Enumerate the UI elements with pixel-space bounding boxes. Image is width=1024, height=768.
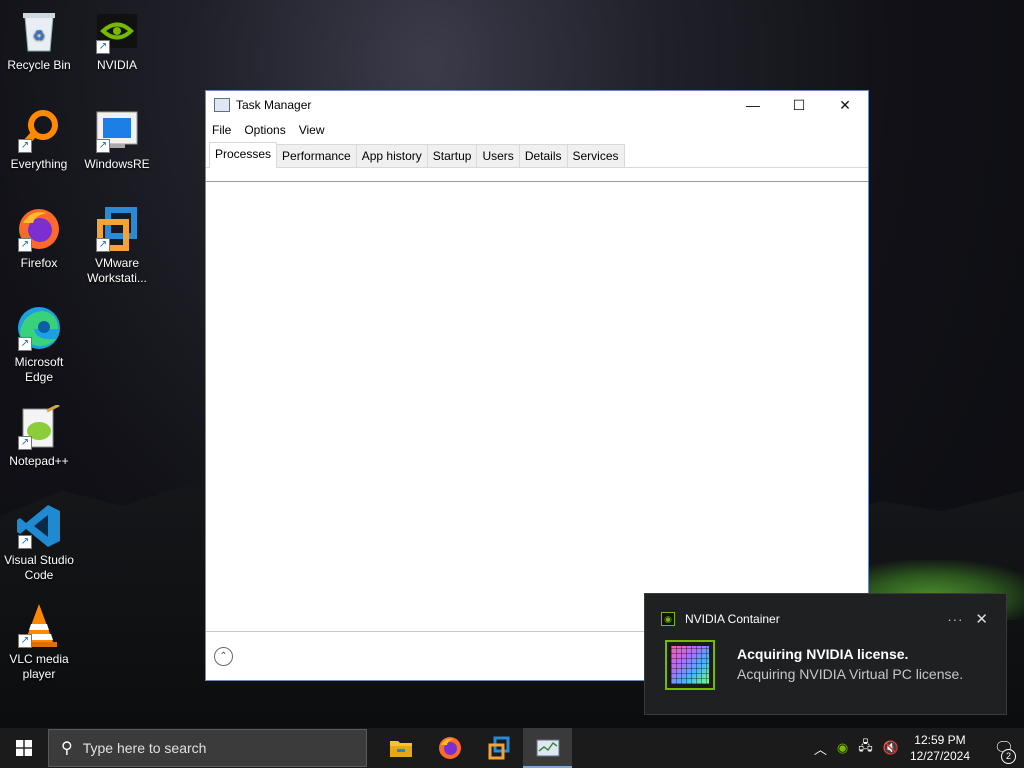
notification-body: Acquiring NVIDIA Virtual PC license. bbox=[737, 666, 964, 682]
desktop-icon-everything[interactable]: ↗ Everything bbox=[0, 107, 78, 172]
desktop-icon-firefox[interactable]: ↗ Firefox bbox=[0, 206, 78, 271]
notepadpp-icon: ↗ bbox=[16, 404, 62, 450]
task-manager-icon bbox=[536, 739, 559, 757]
notification-count: 2 bbox=[1001, 749, 1016, 764]
taskbar-vmware[interactable] bbox=[474, 728, 523, 768]
vmware-icon: ↗ bbox=[94, 206, 140, 252]
desktop-icon-label: Notepad++ bbox=[9, 454, 69, 468]
desktop-icon-windowsre[interactable]: ↗ WindowsRE bbox=[78, 107, 156, 172]
desktop-icon-edge[interactable]: ↗ Microsoft Edge bbox=[0, 305, 78, 385]
desktop-icon-label: Recycle Bin bbox=[7, 58, 71, 72]
desktop-icon-vscode[interactable]: ↗ Visual Studio Code bbox=[0, 503, 78, 583]
nvidia-small-icon: ◉ bbox=[661, 612, 675, 626]
shortcut-arrow-icon: ↗ bbox=[18, 634, 32, 648]
taskbar-file-explorer[interactable] bbox=[376, 728, 425, 768]
vmware-icon bbox=[488, 736, 509, 760]
folder-icon bbox=[389, 741, 412, 757]
tab-performance[interactable]: Performance bbox=[276, 144, 357, 167]
chevron-up-icon: ⌃ bbox=[219, 650, 228, 662]
search-placeholder: Type here to search bbox=[82, 740, 207, 756]
recycle-bin-icon: ♻ bbox=[16, 8, 62, 54]
tab-users[interactable]: Users bbox=[476, 144, 520, 167]
tab-processes[interactable]: Processes bbox=[209, 142, 278, 168]
system-tray: ︿ ◉ 🖧 🔇 12:59 PM 12/27/2024 🗨 2 bbox=[809, 728, 1024, 768]
task-manager-icon bbox=[214, 98, 230, 112]
windows-logo-icon bbox=[16, 740, 32, 756]
tab-startup[interactable]: Startup bbox=[426, 144, 478, 167]
start-button[interactable] bbox=[0, 728, 48, 768]
shortcut-arrow-icon: ↗ bbox=[18, 535, 32, 549]
shortcut-arrow-icon: ↗ bbox=[18, 139, 32, 153]
menu-file[interactable]: File bbox=[212, 123, 231, 137]
fewer-details-button[interactable]: ⌃ bbox=[214, 646, 233, 666]
nvidia-tray-icon[interactable]: ◉ bbox=[837, 740, 848, 756]
menu-view[interactable]: View bbox=[299, 123, 325, 137]
shortcut-arrow-icon: ↗ bbox=[18, 238, 32, 252]
tab-details[interactable]: Details bbox=[518, 144, 568, 167]
title-bar[interactable]: Task Manager — ☐ ✕ bbox=[206, 91, 868, 119]
desktop-icon-label: Firefox bbox=[20, 256, 58, 270]
shortcut-arrow-icon: ↗ bbox=[96, 238, 110, 252]
column-header-area bbox=[206, 168, 868, 182]
search-icon: ⚲ bbox=[61, 740, 73, 757]
vlc-icon: ↗ bbox=[16, 602, 62, 648]
shortcut-arrow-icon: ↗ bbox=[96, 139, 110, 153]
menu-options[interactable]: Options bbox=[244, 123, 285, 137]
desktop-icon-nvidia[interactable]: ↗ NVIDIA bbox=[78, 8, 156, 73]
desktop-icon-label: Everything bbox=[10, 157, 68, 171]
dismiss-notification-button[interactable]: ✕ bbox=[975, 610, 988, 628]
clock-date: 12/27/2024 bbox=[909, 749, 970, 763]
shortcut-arrow-icon: ↗ bbox=[18, 436, 32, 450]
desktop-icon-notepadpp[interactable]: ↗ Notepad++ bbox=[0, 404, 78, 469]
windowsre-icon: ↗ bbox=[94, 107, 140, 153]
maximize-button[interactable]: ☐ bbox=[776, 91, 822, 119]
edge-icon: ↗ bbox=[16, 305, 62, 351]
action-center-button[interactable]: 🗨 2 bbox=[984, 738, 1024, 764]
desktop-icon-label: Visual Studio Code bbox=[4, 553, 74, 582]
menu-bar: File Options View bbox=[206, 119, 868, 141]
network-icon[interactable]: 🖧 bbox=[858, 737, 873, 759]
desktop-icon-vlc[interactable]: ↗ VLC media player bbox=[0, 602, 78, 682]
taskbar-search-box[interactable]: ⚲ Type here to search bbox=[48, 729, 367, 767]
tab-app-history[interactable]: App history bbox=[355, 144, 428, 167]
nvidia-icon: ↗ bbox=[94, 8, 140, 54]
more-options-button[interactable]: ··· bbox=[947, 612, 963, 627]
desktop-icon-label: VLC media player bbox=[9, 652, 69, 681]
minimize-button[interactable]: — bbox=[730, 91, 776, 119]
tab-strip: Processes Performance App history Startu… bbox=[206, 141, 868, 168]
vscode-icon: ↗ bbox=[16, 503, 62, 549]
chevron-up-icon[interactable]: ︿ bbox=[814, 739, 827, 758]
notification-toast[interactable]: ◉ NVIDIA Container ··· ✕ Acquiring NVIDI… bbox=[644, 593, 1007, 715]
clock[interactable]: 12:59 PM 12/27/2024 bbox=[910, 732, 970, 764]
notification-title: Acquiring NVIDIA license. bbox=[737, 646, 909, 662]
taskbar-firefox[interactable] bbox=[425, 728, 474, 768]
desktop-icon-label: WindowsRE bbox=[84, 157, 150, 171]
shortcut-arrow-icon: ↗ bbox=[96, 40, 110, 54]
close-button[interactable]: ✕ bbox=[822, 91, 868, 119]
everything-search-icon: ↗ bbox=[16, 107, 62, 153]
shortcut-arrow-icon: ↗ bbox=[18, 337, 32, 351]
firefox-icon bbox=[438, 737, 461, 759]
gpu-chip-icon bbox=[665, 640, 715, 690]
svg-text:♻: ♻ bbox=[33, 27, 46, 43]
taskbar-task-manager[interactable] bbox=[523, 728, 572, 768]
notification-app-name: NVIDIA Container bbox=[685, 612, 780, 626]
tab-services[interactable]: Services bbox=[566, 144, 625, 167]
taskbar: ⚲ Type here to search ︿ ◉ 🖧 🔇 12:59 PM 1… bbox=[0, 728, 1024, 768]
firefox-icon: ↗ bbox=[16, 206, 62, 252]
clock-time: 12:59 PM bbox=[914, 733, 966, 747]
desktop-icon-recycle-bin[interactable]: ♻ Recycle Bin bbox=[0, 8, 78, 73]
window-title: Task Manager bbox=[236, 98, 312, 112]
volume-muted-icon[interactable]: 🔇 bbox=[883, 740, 899, 756]
process-list[interactable] bbox=[206, 182, 868, 634]
desktop-icon-label: VMware Workstati... bbox=[87, 256, 147, 285]
desktop-icon-vmware[interactable]: ↗ VMware Workstati... bbox=[78, 206, 156, 286]
desktop-icon-label: Microsoft Edge bbox=[14, 355, 64, 384]
desktop-icon-label: NVIDIA bbox=[96, 58, 137, 72]
